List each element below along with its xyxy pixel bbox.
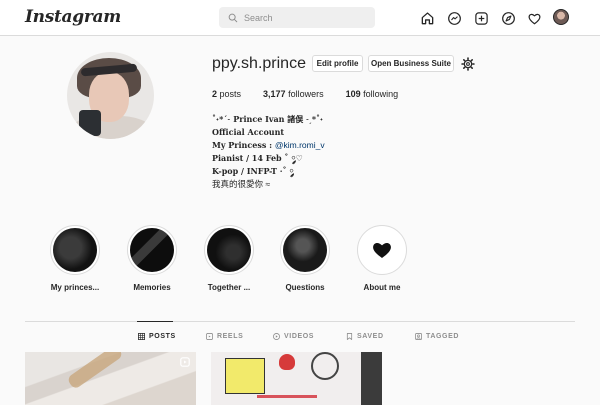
highlight-ring	[280, 225, 330, 275]
search-input[interactable]	[244, 12, 364, 23]
posts-label: posts	[217, 89, 242, 99]
home-nav[interactable]	[418, 9, 436, 27]
profile-bio: ˚˖*ˊ˗ Prince Ivan 諸俣 ˗ˏ*˚˖ Official Acco…	[212, 113, 372, 191]
bio-mention-link[interactable]: @kim.romi_v	[275, 140, 325, 150]
highlight-label: Memories	[133, 283, 171, 292]
post-thumbnail[interactable]	[211, 352, 382, 405]
posts-stat: 2 posts	[212, 89, 241, 99]
highlight-cover	[360, 228, 404, 272]
messenger-nav[interactable]	[445, 9, 463, 27]
search-box[interactable]	[219, 7, 375, 28]
home-icon	[421, 11, 433, 24]
highlight-label: Together ...	[207, 283, 251, 292]
highlight-ring	[204, 225, 254, 275]
new-post-nav[interactable]	[472, 9, 490, 27]
highlight-label: About me	[363, 283, 401, 292]
highlight-ring	[127, 225, 177, 275]
profile-avatar[interactable]	[553, 9, 569, 25]
following-stat[interactable]: 109 following	[346, 89, 399, 99]
highlight-about-me[interactable]: About me	[351, 225, 413, 292]
edit-profile-button[interactable]: Edit profile	[312, 55, 363, 72]
tab-videos[interactable]: VIDEOS	[273, 333, 314, 340]
profile-picture-phone	[79, 110, 101, 136]
highlight-cover	[53, 228, 97, 272]
tab-posts[interactable]: POSTS	[138, 333, 176, 340]
instagram-logo[interactable]: Instagram	[25, 7, 121, 27]
post-photo-dark-edge	[361, 352, 382, 405]
highlight-label: Questions	[285, 283, 325, 292]
tabs-divider	[25, 321, 575, 322]
followers-stat[interactable]: 3,177 followers	[263, 89, 324, 99]
new-post-icon	[474, 11, 488, 25]
tab-saved[interactable]: SAVED	[346, 333, 384, 340]
highlight-cover	[130, 228, 174, 272]
reels-icon	[206, 333, 213, 340]
post-photo-clock	[311, 352, 339, 380]
bio-chinese-line: 我真的很愛你 ≈	[212, 179, 271, 189]
highlight-ring	[50, 225, 100, 275]
tab-reels[interactable]: REELS	[206, 333, 243, 340]
settings-gear-icon[interactable]	[461, 57, 475, 71]
reel-badge-icon	[180, 357, 190, 367]
video-icon	[273, 333, 280, 340]
highlight-my-princess[interactable]: My princes...	[44, 225, 106, 292]
active-tab-indicator	[137, 321, 173, 322]
activity-heart-icon	[528, 13, 540, 24]
profile-stats: 2 posts 3,177 followers 109 following	[212, 89, 398, 99]
explore-icon	[501, 11, 515, 25]
followers-label: followers	[285, 89, 324, 99]
tab-saved-label: SAVED	[357, 333, 384, 340]
tab-videos-label: VIDEOS	[284, 333, 315, 340]
bio-name-line: ˚˖*ˊ˗ Prince Ivan 諸俣 ˗ˏ*˚˖	[212, 114, 324, 124]
messenger-icon	[447, 11, 461, 25]
tab-tagged[interactable]: TAGGED	[415, 333, 459, 340]
highlight-questions[interactable]: Questions	[274, 225, 336, 292]
grid-icon	[138, 333, 145, 340]
following-count: 109	[345, 89, 361, 99]
bio-kpop-line: K-pop / INFP-T ·˚ ༘	[212, 166, 294, 176]
tab-tagged-label: TAGGED	[426, 333, 460, 340]
search-icon	[228, 13, 238, 22]
bio-princess-prefix: My Princess :	[212, 140, 275, 150]
post-photo-heart	[279, 354, 295, 370]
activity-nav[interactable]	[525, 9, 543, 27]
heart-icon	[373, 242, 391, 258]
open-business-suite-button[interactable]: Open Business Suite	[368, 55, 454, 72]
bookmark-icon	[346, 333, 353, 340]
highlight-together[interactable]: Together ...	[198, 225, 260, 292]
highlight-cover	[207, 228, 251, 272]
post-photo-red-scribble	[257, 386, 317, 398]
explore-nav[interactable]	[499, 9, 517, 27]
tab-reels-label: REELS	[217, 333, 244, 340]
highlight-cover	[283, 228, 327, 272]
following-label: following	[360, 89, 399, 99]
followers-count: 3,177	[263, 89, 286, 99]
tagged-icon	[415, 333, 422, 340]
post-photo-detail	[66, 352, 124, 390]
tab-posts-label: POSTS	[149, 333, 176, 340]
top-nav-bar: Instagram	[0, 0, 600, 36]
profile-username: ppy.sh.prince	[212, 55, 306, 72]
highlight-memories[interactable]: Memories	[121, 225, 183, 292]
bio-official-line: Official Account	[212, 127, 285, 137]
bio-pianist-line: Pianist / 14 Feb ˚ ༘♡	[212, 153, 303, 163]
bio-princess-line: My Princess : @kim.romi_v	[212, 139, 372, 152]
profile-picture[interactable]	[67, 52, 154, 139]
highlight-label: My princes...	[50, 283, 100, 292]
post-thumbnail[interactable]	[25, 352, 196, 405]
highlight-ring	[357, 225, 407, 275]
